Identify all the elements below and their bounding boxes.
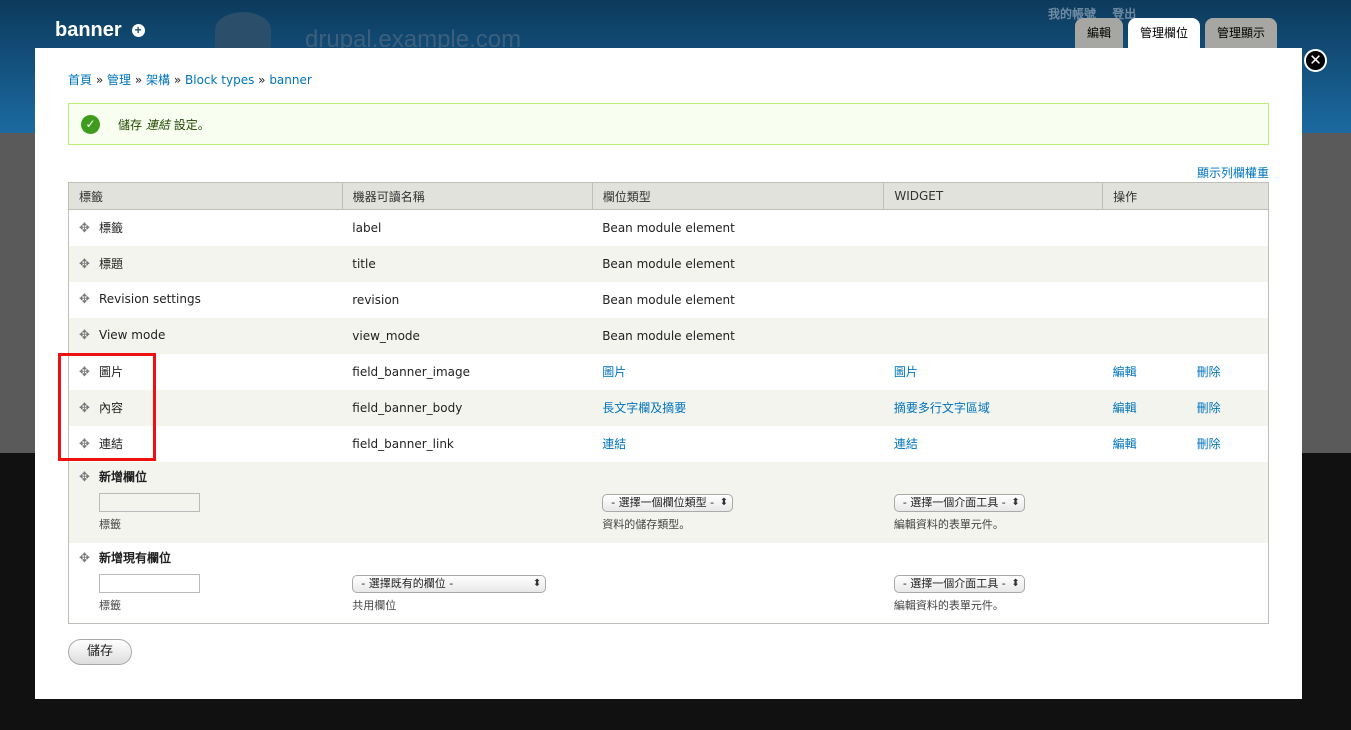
existing-field-select[interactable]: - 選擇既有的欄位 -	[352, 574, 547, 593]
field-type-desc: 資料的儲存類型。	[602, 517, 691, 531]
table-row: ✥ 內容 field_banner_body 長文字欄及摘要 摘要多行文字區域 編…	[68, 389, 1269, 426]
overlay-title: banner +	[55, 19, 145, 42]
widget-link[interactable]: 摘要多行文字區域	[894, 401, 990, 415]
edit-link[interactable]: 編輯	[1113, 363, 1137, 380]
field-type-select[interactable]: - 選擇一個欄位類型 -	[602, 493, 734, 512]
drag-handle-icon[interactable]: ✥	[79, 221, 93, 236]
widget-link[interactable]: 連結	[894, 437, 918, 451]
widget-link[interactable]: 圖片	[894, 365, 918, 379]
table-row: ✥ Revision settings revision Bean module …	[68, 281, 1269, 318]
drag-handle-icon[interactable]: ✥	[79, 257, 93, 272]
add-new-field-title: 新增欄位	[99, 469, 148, 484]
check-icon: ✓	[81, 114, 100, 134]
drag-handle-icon[interactable]: ✥	[79, 437, 93, 452]
fields-table: 標籤 機器可讀名稱 欄位類型 WIDGET 操作 ✥ 標籤 label Bean …	[68, 182, 1269, 624]
header-label: 標籤	[68, 182, 343, 210]
status-message: ✓ 儲存 連結 設定。	[68, 103, 1269, 145]
new-field-label-input[interactable]	[99, 492, 200, 512]
status-message-text: 儲存 連結 設定。	[118, 117, 210, 132]
overlay-tabs: 編輯 管理欄位 管理顯示	[1075, 18, 1278, 48]
close-overlay-icon[interactable]: ✕	[1304, 49, 1327, 72]
add-existing-field-row: ✥ 新增現有欄位 標籤 - 選擇既有的欄位 - 共用欄位 - 選擇一個介面工具 -…	[68, 542, 1269, 624]
field-type-link[interactable]: 長文字欄及摘要	[602, 401, 686, 415]
drag-handle-icon[interactable]: ✥	[79, 365, 93, 380]
drag-handle-icon[interactable]: ✥	[79, 292, 93, 307]
show-row-weights-link[interactable]: 顯示列欄權重	[1197, 164, 1269, 181]
add-shortcut-icon[interactable]: +	[131, 24, 145, 37]
table-row: ✥ View mode view_mode Bean module element	[68, 317, 1269, 354]
breadcrumb-banner[interactable]: banner	[269, 73, 312, 87]
delete-link[interactable]: 刪除	[1197, 399, 1221, 416]
new-widget-select[interactable]: - 選擇一個介面工具 -	[893, 493, 1025, 512]
new-widget-desc: 編輯資料的表單元件。	[893, 517, 1004, 531]
existing-field-label-input[interactable]	[99, 573, 200, 593]
existing-field-label-desc: 標籤	[99, 598, 121, 612]
delete-link[interactable]: 刪除	[1197, 363, 1221, 380]
breadcrumb-structure[interactable]: 架構	[146, 73, 170, 87]
add-new-field-row: ✥ 新增欄位 標籤 - 選擇一個欄位類型 - 資料的儲存類型。 - 選擇一個介面工…	[68, 461, 1269, 543]
header-widget: WIDGET	[883, 182, 1104, 210]
new-field-label-desc: 標籤	[99, 517, 121, 531]
add-existing-field-title: 新增現有欄位	[99, 550, 172, 565]
table-row: ✥ 標籤 label Bean module element	[68, 209, 1269, 246]
tab-manage-fields[interactable]: 管理欄位	[1128, 18, 1201, 48]
breadcrumb-home[interactable]: 首頁	[68, 73, 92, 87]
drag-handle-icon[interactable]: ✥	[79, 470, 93, 485]
drag-handle-icon[interactable]: ✥	[79, 551, 93, 566]
header-operations: 操作	[1102, 182, 1269, 210]
breadcrumb-admin[interactable]: 管理	[107, 73, 131, 87]
table-row: ✥ 圖片 field_banner_image 圖片 圖片 編輯 刪除	[68, 353, 1269, 390]
breadcrumb: 首頁 » 管理 » 架構 » Block types » banner	[68, 73, 312, 87]
table-header-row: 標籤 機器可讀名稱 欄位類型 WIDGET 操作	[68, 182, 1269, 210]
save-button[interactable]: 儲存	[68, 639, 133, 665]
header-field-type: 欄位類型	[592, 182, 885, 210]
tab-edit[interactable]: 編輯	[1075, 18, 1124, 48]
table-row: ✥ 標題 title Bean module element	[68, 245, 1269, 282]
field-type-link[interactable]: 圖片	[602, 365, 626, 379]
field-type-link[interactable]: 連結	[602, 437, 626, 451]
overlay-panel: 首頁 » 管理 » 架構 » Block types » banner ✓ 儲存…	[35, 48, 1302, 699]
existing-field-desc: 共用欄位	[352, 598, 397, 612]
existing-widget-select[interactable]: - 選擇一個介面工具 -	[893, 574, 1025, 593]
breadcrumb-block-types[interactable]: Block types	[185, 73, 254, 87]
drag-handle-icon[interactable]: ✥	[79, 401, 93, 416]
edit-link[interactable]: 編輯	[1113, 435, 1137, 452]
drupal-logo-icon	[215, 12, 271, 48]
tab-manage-display[interactable]: 管理顯示	[1205, 18, 1278, 48]
header-machine-name: 機器可讀名稱	[342, 182, 593, 210]
table-row: ✥ 連結 field_banner_link 連結 連結 編輯 刪除	[68, 425, 1269, 462]
delete-link[interactable]: 刪除	[1197, 435, 1221, 452]
drag-handle-icon[interactable]: ✥	[79, 328, 93, 343]
edit-link[interactable]: 編輯	[1113, 399, 1137, 416]
overlay-title-text: banner	[55, 19, 122, 41]
existing-widget-desc: 編輯資料的表單元件。	[893, 598, 1004, 612]
